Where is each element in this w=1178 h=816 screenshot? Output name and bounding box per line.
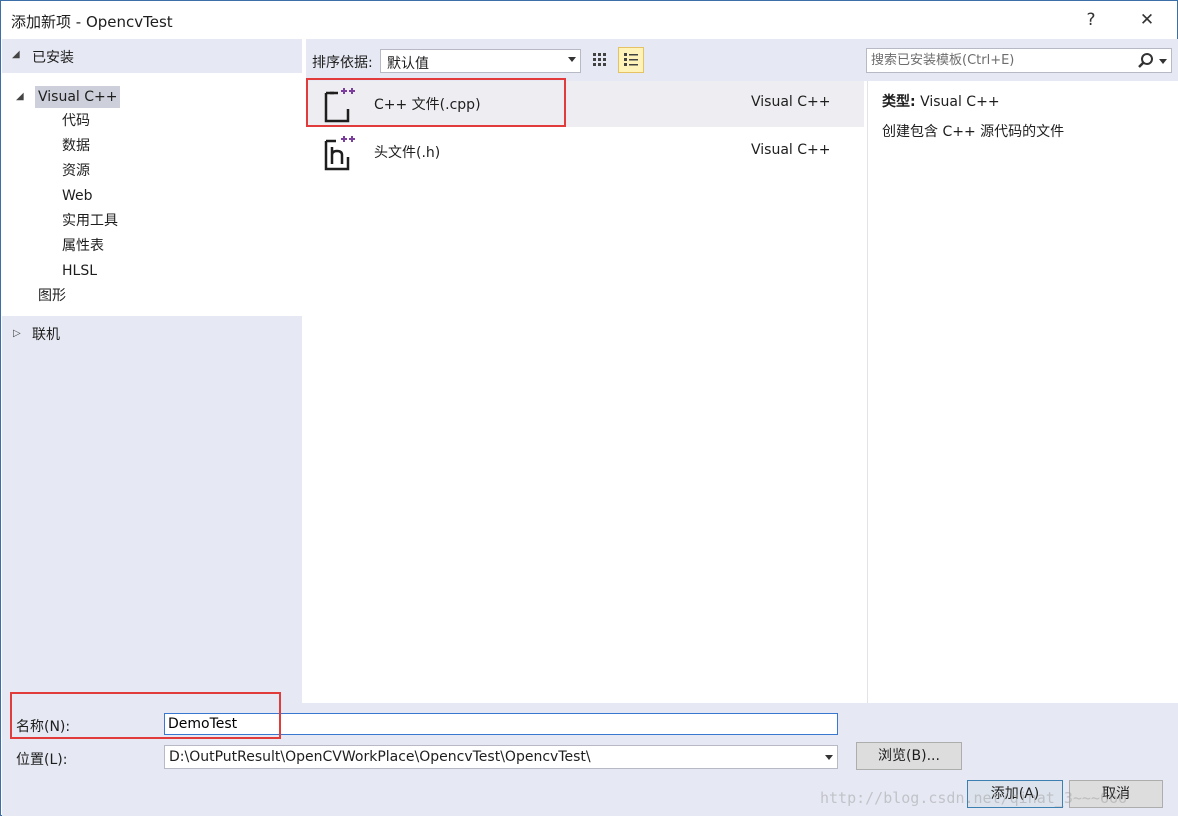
- title-bar: 添加新项 - OpencvTest ? ✕: [1, 1, 1177, 39]
- type-label: 类型:: [882, 94, 916, 110]
- search-input[interactable]: [871, 51, 1126, 70]
- tree-item-resource[interactable]: 资源: [62, 160, 90, 182]
- template-category-panel: ◢ 已安装 ◢ Visual C++ 代码 数据 资源 Web 实用工具 属性表…: [2, 39, 302, 703]
- template-language: Visual C++: [751, 142, 831, 158]
- template-description: 创建包含 C++ 源代码的文件: [882, 124, 1065, 140]
- search-options-chevron-icon[interactable]: [1159, 59, 1167, 64]
- tree-item-property-sheets[interactable]: 属性表: [62, 235, 104, 257]
- small-icons-view-button[interactable]: [587, 47, 613, 73]
- template-name: C++ 文件(.cpp): [374, 97, 481, 113]
- installed-label: 已安装: [32, 50, 74, 66]
- tree-item-visual-cpp[interactable]: Visual C++: [35, 86, 121, 108]
- sort-selected-value: 默认值: [387, 56, 429, 72]
- location-dropdown[interactable]: D:\OutPutResult\OpenCVWorkPlace\OpencvTe…: [164, 745, 838, 769]
- header-file-icon: [324, 136, 355, 171]
- tree-item-data[interactable]: 数据: [62, 135, 90, 157]
- sort-dropdown[interactable]: 默认值: [380, 49, 581, 73]
- location-value: D:\OutPutResult\OpenCVWorkPlace\OpencvTe…: [169, 749, 591, 765]
- online-label: 联机: [32, 327, 60, 343]
- installed-header[interactable]: ◢ 已安装: [2, 39, 302, 73]
- chevron-down-icon: [825, 755, 833, 760]
- item-form: 名称(N): 位置(L): D:\OutPutResult\OpenCVWork…: [2, 703, 1178, 816]
- sort-label: 排序依据:: [312, 55, 373, 71]
- online-header[interactable]: ▷ 联机: [2, 322, 302, 348]
- add-new-item-dialog: 添加新项 - OpencvTest ? ✕ ◢ 已安装 ◢ Visual C++…: [0, 0, 1178, 816]
- window-title: 添加新项 - OpencvTest: [11, 13, 173, 31]
- tree-item-code[interactable]: 代码: [62, 110, 90, 132]
- search-box[interactable]: [866, 48, 1172, 73]
- template-details-panel: 类型: Visual C++ 创建包含 C++ 源代码的文件: [867, 81, 1178, 703]
- template-row-header[interactable]: 头文件(.h) Visual C++: [306, 129, 864, 175]
- expanded-triangle-icon[interactable]: ◢: [12, 49, 20, 60]
- cancel-button[interactable]: 取消: [1069, 780, 1163, 808]
- search-icon[interactable]: [1137, 52, 1155, 70]
- expanded-triangle-icon[interactable]: ◢: [16, 91, 24, 102]
- tree-item-hlsl[interactable]: HLSL: [62, 260, 97, 282]
- add-button[interactable]: 添加(A): [967, 780, 1063, 808]
- search-toolbar: [866, 39, 1178, 81]
- type-value: Visual C++: [920, 94, 1000, 110]
- sort-toolbar: 排序依据: 默认值: [306, 39, 866, 81]
- browse-button[interactable]: 浏览(B)...: [856, 742, 962, 770]
- list-view-button[interactable]: [618, 47, 644, 73]
- template-row-cpp[interactable]: C++ 文件(.cpp) Visual C++: [306, 81, 864, 127]
- template-name: 头文件(.h): [374, 145, 441, 161]
- grid-view-icon: [593, 53, 606, 66]
- template-language: Visual C++: [751, 94, 831, 110]
- template-list: C++ 文件(.cpp) Visual C++ 头文件(.h) Visual C…: [306, 81, 866, 703]
- type-info: 类型: Visual C++: [882, 91, 1000, 111]
- name-field[interactable]: [164, 713, 838, 735]
- close-button[interactable]: ✕: [1133, 7, 1161, 33]
- location-label: 位置(L):: [16, 752, 68, 768]
- cpp-file-icon: [324, 88, 355, 123]
- tree-item-utility[interactable]: 实用工具: [62, 210, 118, 232]
- collapsed-triangle-icon[interactable]: ▷: [13, 328, 21, 339]
- name-label: 名称(N):: [16, 719, 71, 735]
- category-tree: ◢ Visual C++ 代码 数据 资源 Web 实用工具 属性表 HLSL …: [2, 73, 302, 316]
- tree-item-web[interactable]: Web: [62, 185, 93, 207]
- chevron-down-icon: [568, 57, 576, 62]
- list-view-icon: [624, 53, 638, 66]
- help-button[interactable]: ?: [1077, 7, 1105, 33]
- tree-item-graphics[interactable]: 图形: [38, 285, 66, 307]
